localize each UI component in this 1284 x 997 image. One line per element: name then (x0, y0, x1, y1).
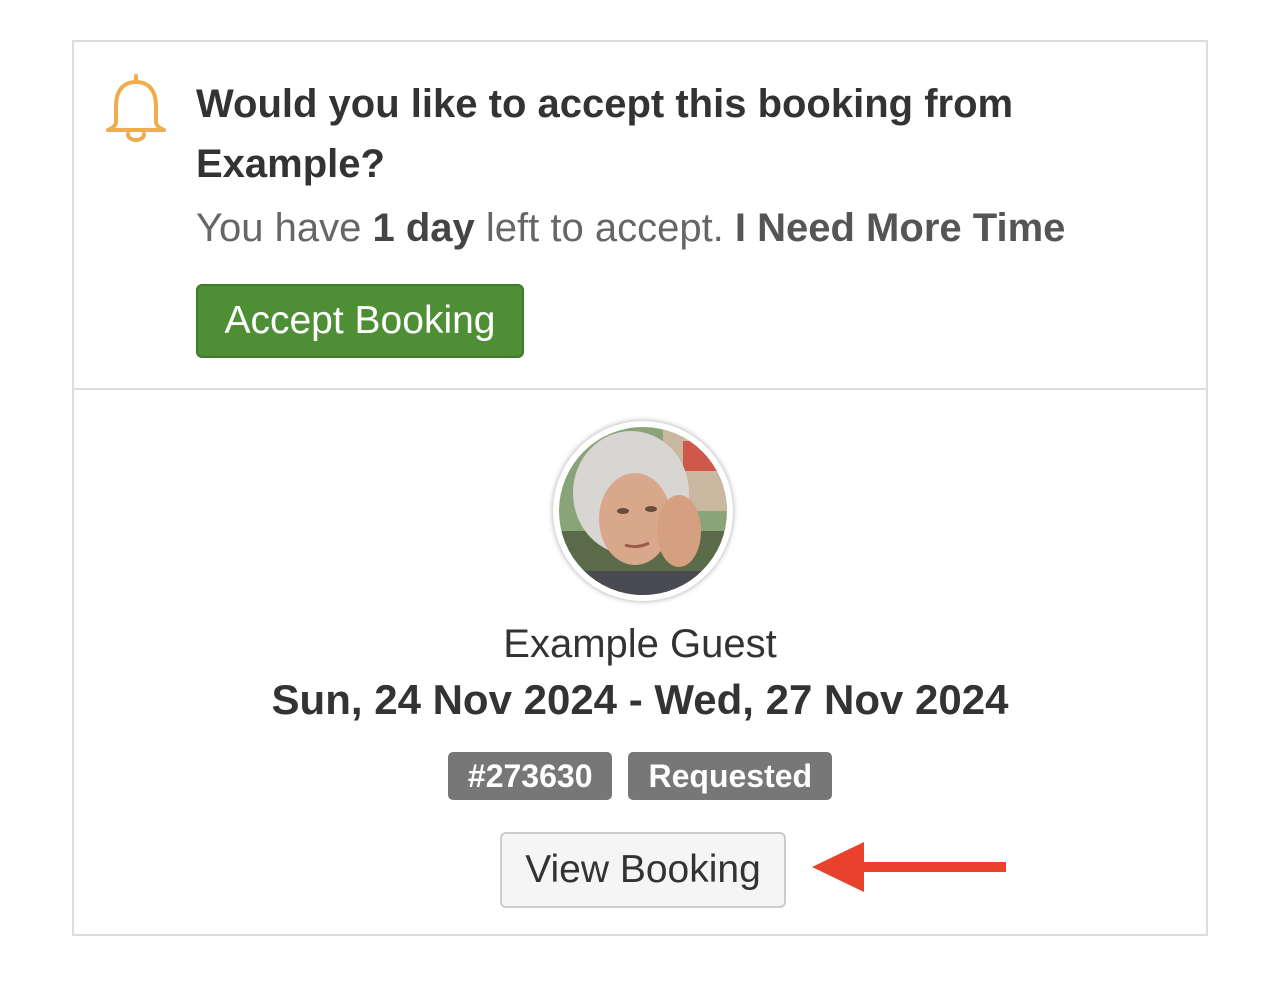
deadline-text: You have 1 day left to accept. I Need Mo… (196, 200, 1196, 256)
booking-badges: #273630 Requested (74, 752, 1206, 800)
accept-question: Would you like to accept this booking fr… (196, 82, 1014, 186)
guest-avatar (553, 421, 733, 601)
guest-name: Example Guest (503, 622, 777, 666)
deadline-prefix: You have (196, 206, 373, 250)
deadline-suffix: left to accept. (474, 206, 735, 250)
view-booking-button[interactable]: View Booking (500, 832, 786, 908)
more-time-link[interactable]: I Need More Time (735, 206, 1065, 250)
accept-booking-notice: Would you like to accept this booking fr… (74, 42, 1206, 390)
accept-booking-button[interactable]: Accept Booking (196, 284, 524, 358)
left-arrow-icon (812, 842, 1006, 892)
guest-photo (559, 427, 727, 595)
booking-request-card: Would you like to accept this booking fr… (72, 40, 1208, 936)
booking-id-badge: #273630 (447, 752, 613, 800)
deadline-amount: 1 day (372, 206, 475, 250)
guest-booking-summary: Example Guest Sun, 24 Nov 2024 - Wed, 27… (74, 390, 1206, 934)
booking-dates: Sun, 24 Nov 2024 - Wed, 27 Nov 2024 (271, 676, 1009, 723)
bell-icon (106, 74, 166, 142)
status-badge: Requested (628, 752, 833, 800)
